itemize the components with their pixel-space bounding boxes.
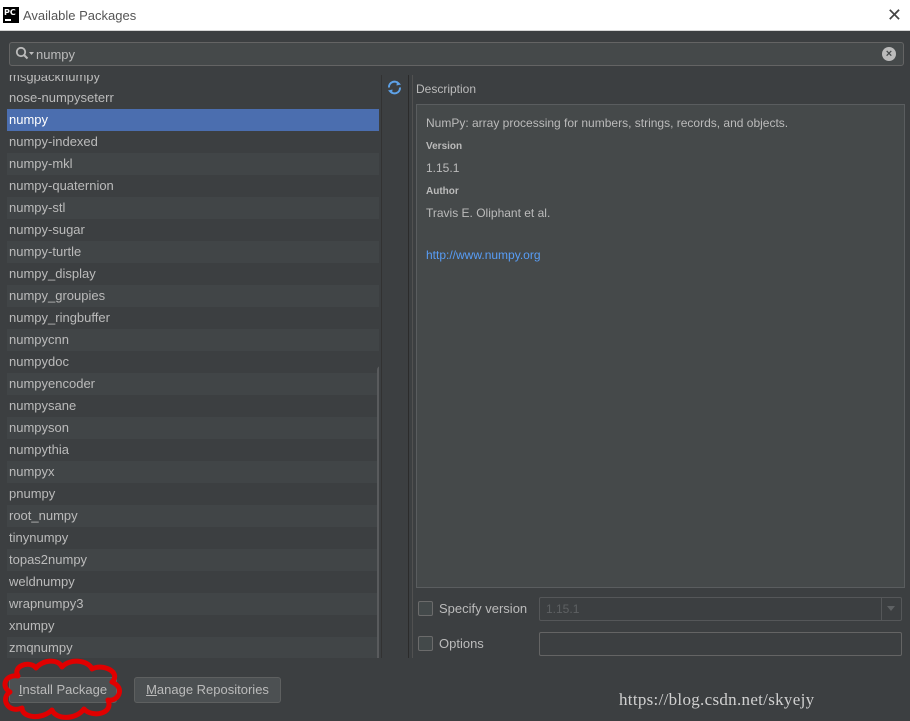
- search-icon[interactable]: [15, 46, 35, 62]
- package-homepage-link[interactable]: http://www.numpy.org: [426, 248, 895, 262]
- version-heading: Version: [426, 141, 463, 152]
- list-item[interactable]: numpyx: [7, 461, 379, 483]
- window-title: Available Packages: [23, 8, 137, 23]
- description-label: Description: [416, 82, 477, 96]
- list-item[interactable]: zmqnumpy: [7, 637, 379, 658]
- manage-label: anage Repositories: [156, 682, 269, 697]
- list-item[interactable]: pnumpy: [7, 483, 379, 505]
- manage-mnemonic: M: [146, 682, 157, 697]
- list-item[interactable]: tinynumpy: [7, 527, 379, 549]
- list-item[interactable]: numpyencoder: [7, 373, 379, 395]
- install-package-button[interactable]: Install Package: [9, 677, 117, 703]
- list-item[interactable]: numpy_groupies: [7, 285, 379, 307]
- close-icon[interactable]: ✕: [887, 6, 902, 24]
- list-item[interactable]: numpy_display: [7, 263, 379, 285]
- specify-version-checkbox[interactable]: [418, 601, 433, 616]
- split-divider[interactable]: [408, 75, 413, 658]
- list-item[interactable]: numpy_ringbuffer: [7, 307, 379, 329]
- list-item[interactable]: numpycnn: [7, 329, 379, 351]
- manage-repositories-button[interactable]: Manage Repositories: [134, 677, 281, 703]
- list-item[interactable]: numpythia: [7, 439, 379, 461]
- list-item[interactable]: wrapnumpy3: [7, 593, 379, 615]
- reload-list-icon[interactable]: [386, 79, 403, 96]
- list-item[interactable]: numpy-turtle: [7, 241, 379, 263]
- version-select-value: 1.15.1: [546, 602, 580, 616]
- specify-version-label[interactable]: Specify version: [439, 601, 527, 616]
- version-select: 1.15.1: [539, 597, 902, 621]
- options-label[interactable]: Options: [439, 636, 484, 651]
- list-item[interactable]: topas2numpy: [7, 549, 379, 571]
- list-toolbar: [381, 75, 407, 658]
- options-field[interactable]: [539, 632, 902, 656]
- list-item[interactable]: nose-numpyseterr: [7, 87, 379, 109]
- package-list[interactable]: msgpacknumpy nose-numpyseterr numpy numpy-…: [7, 75, 379, 658]
- package-summary: NumPy: array processing for numbers, str…: [426, 116, 789, 130]
- title-bar: PC Available Packages ✕: [0, 0, 910, 31]
- list-item[interactable]: numpy-quaternion: [7, 175, 379, 197]
- author-heading: Author: [426, 186, 459, 197]
- list-item[interactable]: msgpacknumpy: [7, 75, 379, 87]
- chevron-down-icon: [881, 598, 901, 620]
- list-item[interactable]: root_numpy: [7, 505, 379, 527]
- list-item[interactable]: numpy-stl: [7, 197, 379, 219]
- package-version: 1.15.1: [426, 161, 460, 175]
- watermark-text: https://blog.csdn.net/skyejy: [619, 690, 815, 709]
- search-field[interactable]: ×: [9, 42, 904, 66]
- list-item[interactable]: weldnumpy: [7, 571, 379, 593]
- list-item[interactable]: numpysane: [7, 395, 379, 417]
- list-item[interactable]: numpydoc: [7, 351, 379, 373]
- pycharm-app-icon: PC: [3, 7, 19, 23]
- list-item[interactable]: numpy-mkl: [7, 153, 379, 175]
- list-item[interactable]: numpy-sugar: [7, 219, 379, 241]
- description-panel: NumPy: array processing for numbers, str…: [416, 104, 905, 588]
- install-label: nstall Package: [22, 682, 108, 697]
- options-checkbox[interactable]: [418, 636, 433, 651]
- search-input[interactable]: [36, 44, 876, 64]
- list-item[interactable]: numpyson: [7, 417, 379, 439]
- list-scrollbar[interactable]: [377, 366, 379, 658]
- list-item[interactable]: xnumpy: [7, 615, 379, 637]
- list-item[interactable]: numpy-indexed: [7, 131, 379, 153]
- package-author: Travis E. Oliphant et al.: [426, 206, 551, 220]
- list-item[interactable]: numpy: [7, 109, 379, 131]
- clear-search-icon[interactable]: ×: [882, 47, 896, 61]
